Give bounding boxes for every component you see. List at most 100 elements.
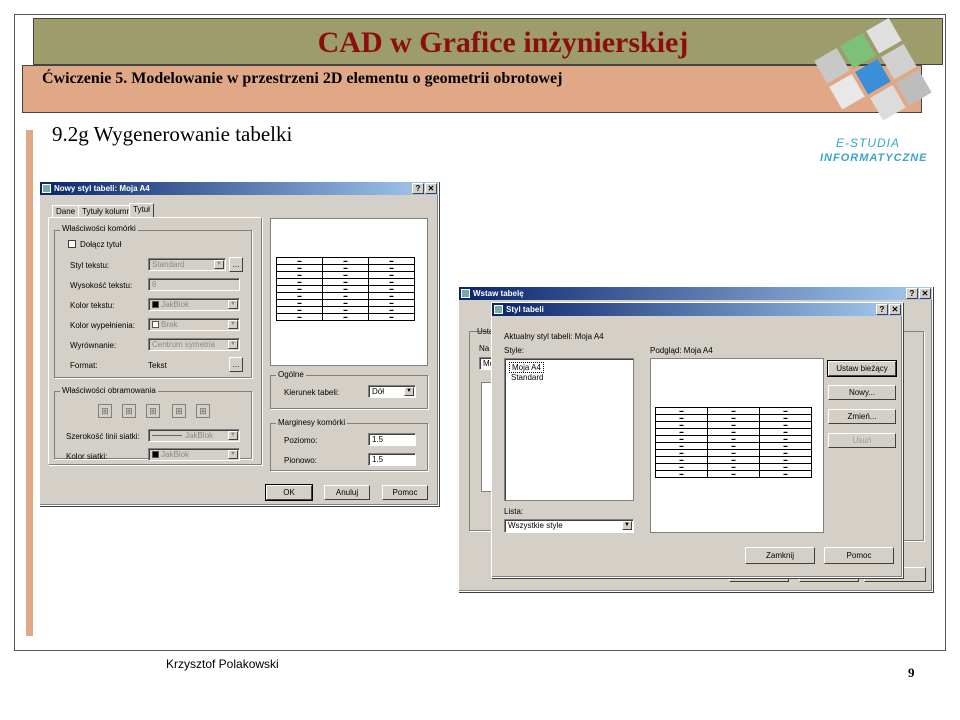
preview-cell: ▬	[276, 264, 323, 272]
tab-tytuly-kolumn[interactable]: Tytuły kolumn	[78, 205, 135, 217]
tab-dane[interactable]: Dane	[52, 205, 80, 217]
color-swatch	[152, 321, 159, 329]
preview-cell: ▬	[322, 313, 369, 321]
cancel-button[interactable]: Anuluj	[324, 485, 370, 500]
styles-listbox[interactable]: Moja A4 Standard	[504, 358, 634, 501]
set-current-button[interactable]: Ustaw bieżący	[827, 360, 897, 377]
bottom-border-icon[interactable]: ⊞	[196, 404, 210, 418]
chevron-down-icon: ▼	[228, 431, 238, 440]
close-icon[interactable]: ✕	[889, 304, 901, 315]
format-browse-button[interactable]: ...	[229, 357, 243, 372]
horizontal-margin-label: Poziomo:	[284, 436, 318, 445]
grid-lineweight-select[interactable]: JakBlok ▼	[148, 429, 240, 442]
preview-cell: ▬	[655, 435, 708, 443]
preview-cell: ▬	[322, 306, 369, 314]
preview-cell: ▬	[368, 313, 415, 321]
app-icon	[42, 184, 51, 193]
dialog-titlebar: Wstaw tabelę ? ✕	[459, 287, 932, 300]
ok-button[interactable]: OK	[265, 484, 313, 501]
style-preview-large: ▬ ▬ ▬ ▬ ▬ ▬ ▬ ▬ ▬ ▬ ▬ ▬ ▬ ▬ ▬ ▬ ▬ ▬ ▬ ▬ ▬ ▬ ▬ ▬ ▬ ▬ ▬ ▬ ▬ ▬	[650, 358, 824, 533]
all-borders-icon[interactable]: ⊞	[98, 404, 112, 418]
preview-cell: ▬	[707, 456, 760, 464]
horizontal-margin-field[interactable]: 1.5	[368, 433, 416, 446]
preview-row: ▬ ▬ ▬	[276, 292, 415, 300]
preview-cell: ▬	[759, 435, 812, 443]
style-preview: ▬ ▬ ▬ ▬ ▬ ▬ ▬ ▬ ▬ ▬ ▬ ▬ ▬ ▬ ▬ ▬ ▬ ▬ ▬ ▬ ▬ ▬ ▬ ▬ ▬ ▬ ▬	[270, 218, 428, 366]
preview-row: ▬ ▬ ▬	[276, 313, 415, 321]
close-icon[interactable]: ✕	[425, 183, 437, 194]
preview-cell: ▬	[759, 421, 812, 429]
logo-text-estudia: E-STUDIA	[836, 136, 901, 150]
preview-cell: ▬	[655, 449, 708, 457]
preview-row: ▬ ▬ ▬	[655, 421, 812, 429]
list-filter-select[interactable]: Wszystkie style ▼	[504, 519, 634, 533]
no-borders-icon[interactable]: ⊞	[172, 404, 186, 418]
alignment-select[interactable]: Centrum symetria ▼	[148, 338, 240, 351]
chevron-down-icon: ▼	[228, 340, 238, 349]
preview-cell: ▬	[276, 306, 323, 314]
preview-row: ▬ ▬ ▬	[655, 449, 812, 457]
delete-style-button[interactable]: Usuń	[828, 433, 896, 448]
text-style-label: Styl tekstu:	[70, 261, 110, 270]
preview-cell: ▬	[322, 264, 369, 272]
chevron-down-icon: ▼	[214, 260, 224, 269]
preview-row: ▬ ▬ ▬	[655, 428, 812, 436]
preview-cell: ▬	[655, 442, 708, 450]
text-style-browse-button[interactable]: ...	[229, 257, 243, 272]
preview-cell: ▬	[655, 414, 708, 422]
preview-cell: ▬	[322, 257, 369, 265]
preview-cell: ▬	[707, 435, 760, 443]
new-style-button[interactable]: Nowy...	[828, 385, 896, 400]
styles-label: Style:	[504, 346, 525, 355]
preview-row: ▬ ▬ ▬	[276, 299, 415, 307]
vertical-margin-field[interactable]: 1.5	[368, 453, 416, 466]
preview-cell: ▬	[707, 442, 760, 450]
grid-color-select[interactable]: JakBlok ▼	[148, 448, 240, 461]
preview-cell: ▬	[759, 442, 812, 450]
preview-cell: ▬	[759, 449, 812, 457]
preview-cell: ▬	[368, 264, 415, 272]
logo-tiles-icon	[814, 18, 932, 121]
inside-borders-icon[interactable]: ⊞	[146, 404, 160, 418]
dialog-title: Styl tabeli	[506, 305, 544, 314]
preview-cell: ▬	[368, 306, 415, 314]
table-direction-select[interactable]: Dół ▼	[368, 385, 416, 398]
dialog-title: Nowy styl tabeli: Moja A4	[54, 184, 150, 193]
cell-properties-label: Właściwości komórki	[60, 224, 138, 233]
chevron-down-icon: ▼	[228, 320, 238, 329]
tab-tytul[interactable]: Tytuł	[129, 203, 154, 217]
app-icon	[461, 289, 470, 298]
close-button[interactable]: Zamknij	[745, 547, 815, 564]
color-swatch	[152, 301, 159, 309]
preview-cell: ▬	[368, 257, 415, 265]
outside-borders-icon[interactable]: ⊞	[122, 404, 136, 418]
help-icon[interactable]: ?	[412, 183, 424, 194]
help-button[interactable]: Pomoc	[382, 485, 428, 500]
preview-table: ▬ ▬ ▬ ▬ ▬ ▬ ▬ ▬ ▬ ▬ ▬ ▬ ▬ ▬ ▬ ▬ ▬ ▬ ▬ ▬ ▬ ▬ ▬ ▬ ▬ ▬ ▬	[276, 257, 415, 321]
app-icon	[494, 305, 503, 314]
preview-cell: ▬	[322, 285, 369, 293]
preview-row: ▬ ▬ ▬	[276, 278, 415, 286]
chevron-down-icon: ▼	[622, 521, 632, 530]
text-style-select[interactable]: Standard ▼	[148, 258, 226, 271]
style-item-standard[interactable]: Standard	[511, 373, 633, 382]
text-height-field[interactable]: 6	[148, 278, 240, 291]
modify-style-button[interactable]: Zmień...	[828, 409, 896, 424]
preview-cell: ▬	[759, 407, 812, 415]
dialog-titlebar: Nowy styl tabeli: Moja A4 ? ✕	[40, 182, 438, 195]
preview-cell: ▬	[368, 292, 415, 300]
page-number: 9	[908, 665, 915, 680]
fill-color-select[interactable]: Brak ▼	[148, 318, 240, 331]
preview-cell: ▬	[322, 278, 369, 286]
close-icon[interactable]: ✕	[919, 288, 931, 299]
preview-row: ▬ ▬ ▬	[276, 285, 415, 293]
section-title: 9.2g Wygenerowanie tabelki	[52, 122, 293, 146]
style-item-moja-a4[interactable]: Moja A4	[509, 362, 544, 373]
help-icon[interactable]: ?	[906, 288, 918, 299]
include-title-checkbox[interactable]	[68, 240, 76, 248]
text-color-select[interactable]: JakBlok ▼	[148, 298, 240, 311]
preview-cell: ▬	[759, 456, 812, 464]
help-icon[interactable]: ?	[876, 304, 888, 315]
help-button[interactable]: Pomoc	[824, 547, 894, 564]
preview-cell: ▬	[759, 428, 812, 436]
